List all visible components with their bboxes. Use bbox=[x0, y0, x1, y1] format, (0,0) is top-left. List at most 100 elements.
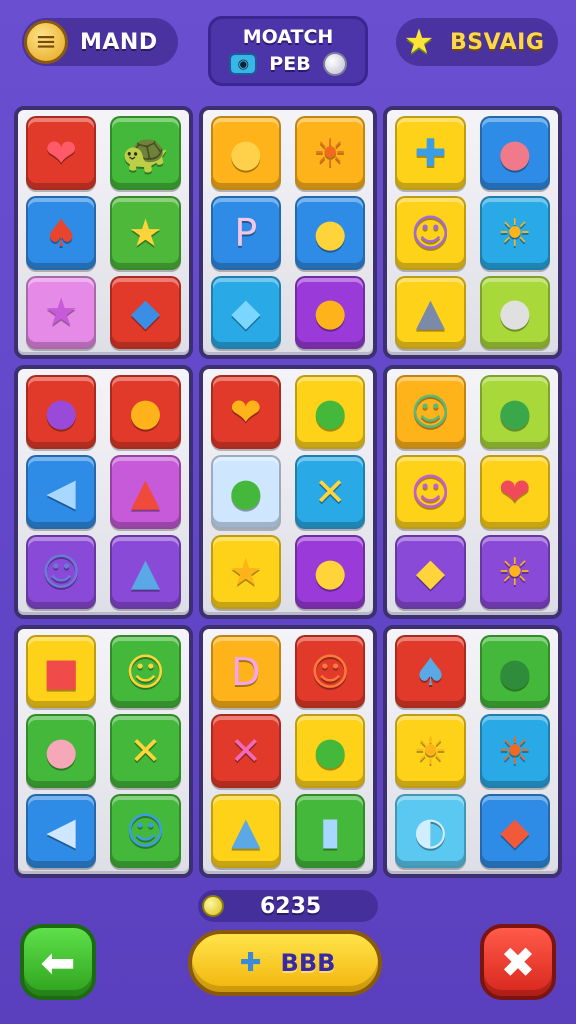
tile[interactable]: ☀ bbox=[294, 116, 366, 190]
speech-bubble-icon: ● bbox=[498, 130, 532, 175]
bag-icon: ■ bbox=[43, 649, 80, 694]
tile[interactable]: ✕ bbox=[110, 714, 181, 789]
star-icon: ★ bbox=[403, 22, 435, 62]
tile[interactable]: ◀ bbox=[26, 455, 97, 529]
x-mark-icon: ✕ bbox=[314, 469, 347, 514]
main-action-label: BBB bbox=[280, 949, 336, 977]
seal-icon: ● bbox=[44, 390, 78, 435]
cone-icon: ▲ bbox=[130, 469, 161, 514]
star-icon: ★ bbox=[44, 290, 79, 335]
tile[interactable]: ☺ bbox=[395, 375, 466, 450]
tile[interactable]: ◆ bbox=[210, 275, 281, 350]
tile[interactable]: ▲ bbox=[110, 534, 181, 609]
tile[interactable]: ● bbox=[479, 116, 550, 190]
diamond-icon: ◆ bbox=[500, 809, 530, 854]
tile[interactable]: ● bbox=[210, 116, 281, 190]
back-button[interactable]: ⬅ bbox=[20, 924, 96, 1000]
fish-icon: ◆ bbox=[130, 290, 161, 335]
tile[interactable]: ▲ bbox=[110, 455, 181, 529]
tile[interactable]: ● bbox=[479, 634, 550, 709]
chick-icon: ☺ bbox=[125, 649, 166, 694]
p-letter-icon: P bbox=[234, 210, 258, 255]
tile[interactable]: ◀ bbox=[26, 794, 97, 868]
pig-icon: ● bbox=[44, 729, 78, 774]
fish-icon: ◀ bbox=[46, 469, 76, 514]
back-arrow-icon: ⬅ bbox=[40, 937, 76, 987]
tile[interactable]: ☺ bbox=[110, 634, 181, 709]
ball-icon bbox=[322, 52, 347, 76]
tile[interactable]: ☺ bbox=[395, 455, 466, 529]
tile[interactable]: ✚ bbox=[395, 116, 466, 190]
tile[interactable]: ☺ bbox=[26, 534, 97, 609]
tile[interactable]: ☺ bbox=[110, 794, 181, 868]
tile[interactable]: 🐢 bbox=[110, 116, 181, 190]
heart-icon: ❤ bbox=[229, 390, 262, 435]
sun-face-icon: ☀ bbox=[497, 210, 532, 255]
tile[interactable]: ♠ bbox=[26, 195, 97, 270]
tile[interactable]: ● bbox=[479, 375, 550, 450]
tile[interactable]: ☀ bbox=[479, 714, 550, 789]
tile[interactable]: ☺ bbox=[395, 195, 466, 270]
tile[interactable]: ★ bbox=[210, 534, 281, 609]
tile[interactable]: ● bbox=[294, 275, 366, 350]
tile-block-8: D ☺ ✕ ● ▲ ▮ bbox=[198, 624, 378, 878]
score-value: 6235 bbox=[260, 893, 322, 919]
tile[interactable]: ◐ bbox=[395, 794, 466, 868]
gold-barrel-icon: ≡ bbox=[24, 20, 68, 64]
tile[interactable]: ● bbox=[294, 714, 366, 789]
tile[interactable]: ● bbox=[26, 714, 97, 789]
heart-icon: ❤ bbox=[45, 130, 78, 175]
tile[interactable]: ★ bbox=[110, 195, 181, 270]
tile[interactable]: ▲ bbox=[395, 275, 466, 350]
tile-block-1: ❤ 🐢 ♠ ★ ★ ◆ bbox=[14, 106, 193, 360]
resource-pill-right[interactable]: ★ BSVAIG bbox=[396, 18, 558, 66]
tile[interactable]: ☀ bbox=[479, 195, 550, 270]
star-icon: ★ bbox=[228, 549, 263, 594]
egg-icon: ● bbox=[128, 390, 163, 435]
tile[interactable]: ● bbox=[210, 455, 281, 529]
gift-figure-icon: ✚ bbox=[239, 948, 262, 978]
tile[interactable]: ▲ bbox=[210, 794, 281, 868]
tile[interactable]: ● bbox=[26, 375, 97, 450]
coin-icon bbox=[202, 895, 224, 917]
tile[interactable]: ☀ bbox=[395, 714, 466, 789]
tile-block-6: ☺ ● ☺ ❤ ◆ ☀ bbox=[383, 365, 562, 619]
tile[interactable]: P bbox=[210, 195, 281, 270]
game-board: ❤ 🐢 ♠ ★ ★ ◆ ● ☀ P ● ◆ ● ✚ ● ☺ ☀ ▲ ● ● ● ◀ ▲ ☺ ▲ ❤ ● ● ✕ ★ ● ☺ ● ☺ ❤ ◆ ☀ ■ ☺ ● ✕… bbox=[14, 106, 562, 878]
quit-icon: ✖ bbox=[500, 937, 536, 987]
tile[interactable]: ● bbox=[479, 275, 550, 350]
x-mark-icon: ✕ bbox=[229, 729, 262, 774]
main-action-button[interactable]: ✚ BBB bbox=[188, 930, 382, 996]
tile[interactable]: ✕ bbox=[294, 455, 366, 529]
bulb-icon: ● bbox=[498, 290, 532, 335]
tile[interactable]: ❤ bbox=[26, 116, 97, 190]
tile[interactable]: ☀ bbox=[479, 534, 550, 609]
resource-label-left: MAND bbox=[80, 29, 158, 55]
tile[interactable]: ● bbox=[294, 534, 366, 609]
tile[interactable]: ● bbox=[294, 195, 366, 270]
clipboard-icon: ▮ bbox=[319, 809, 341, 854]
x-mark-icon: ✕ bbox=[129, 729, 162, 774]
resource-pill-left[interactable]: ≡ MAND bbox=[22, 18, 178, 66]
tile[interactable]: ■ bbox=[26, 634, 97, 709]
tile-block-3: ✚ ● ☺ ☀ ▲ ● bbox=[383, 106, 562, 360]
tile[interactable]: ▮ bbox=[294, 794, 366, 868]
quit-button[interactable]: ✖ bbox=[480, 924, 556, 1000]
rocket-icon: ▲ bbox=[415, 290, 446, 335]
tile[interactable]: ✕ bbox=[210, 714, 281, 789]
tile[interactable]: ● bbox=[110, 375, 181, 450]
tile[interactable]: ◆ bbox=[479, 794, 550, 868]
tile[interactable]: D bbox=[210, 634, 281, 709]
tile[interactable]: ◆ bbox=[110, 275, 181, 350]
bird-icon: ● bbox=[313, 210, 347, 255]
tile[interactable]: ★ bbox=[26, 275, 97, 350]
tile[interactable]: ❤ bbox=[210, 375, 281, 450]
tile[interactable]: ◆ bbox=[395, 534, 466, 609]
tile[interactable]: ♠ bbox=[395, 634, 466, 709]
tag-icon: ◆ bbox=[231, 290, 261, 335]
tile[interactable]: ❤ bbox=[479, 455, 550, 529]
tile[interactable]: ☺ bbox=[294, 634, 366, 709]
frog-icon: ☺ bbox=[410, 390, 451, 435]
star-icon: ★ bbox=[128, 210, 163, 255]
tile[interactable]: ● bbox=[294, 375, 366, 450]
